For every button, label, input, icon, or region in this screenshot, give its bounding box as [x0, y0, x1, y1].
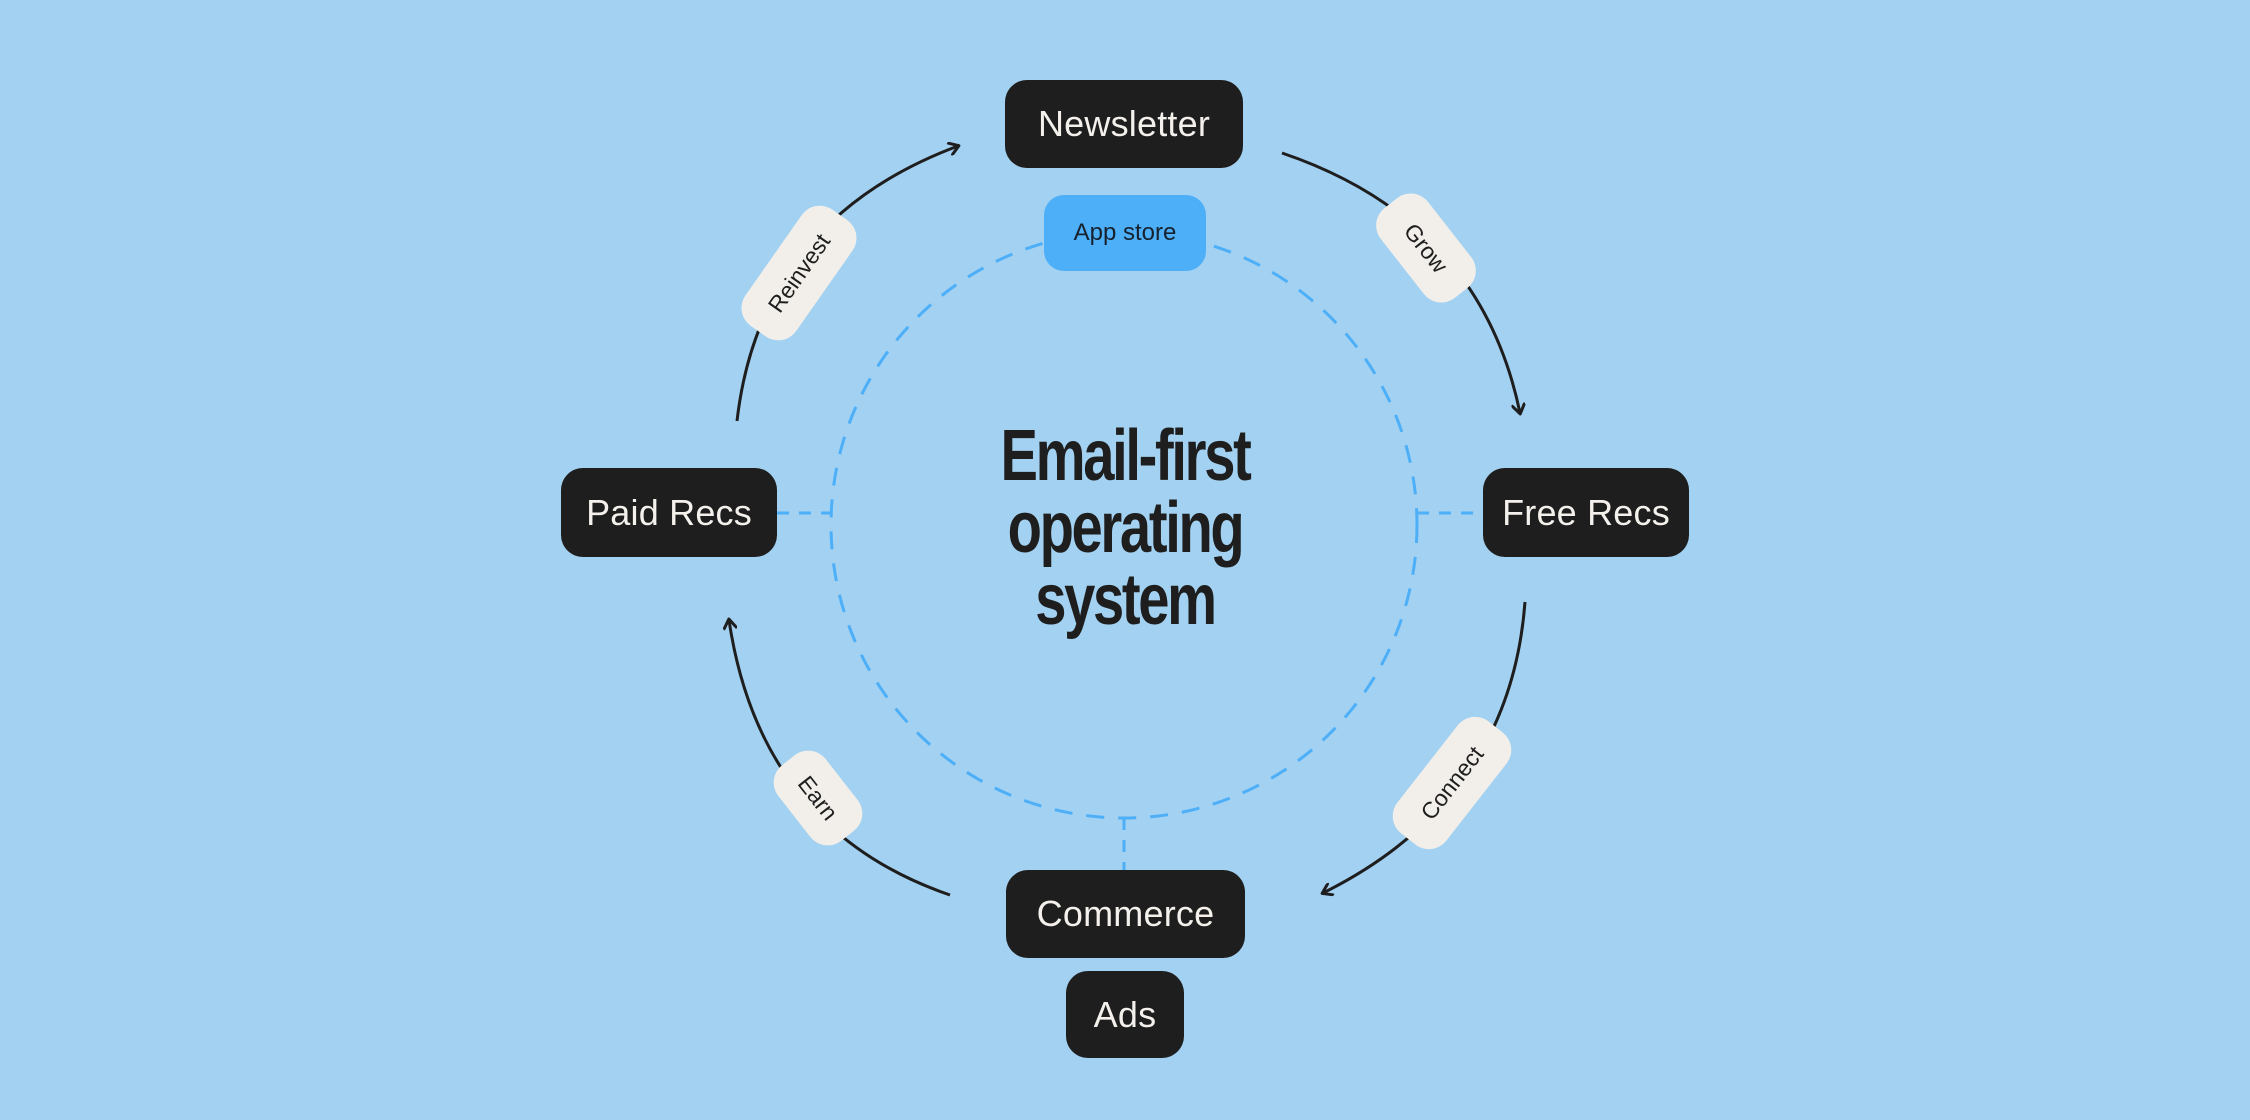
node-ads: Ads	[1066, 971, 1184, 1058]
title-line-2: operating	[1007, 488, 1245, 568]
title-line-3: system	[1035, 560, 1217, 640]
center-title: Email-first operating system	[950, 420, 1301, 636]
node-free-recs: Free Recs	[1483, 468, 1689, 557]
node-newsletter: Newsletter	[1005, 80, 1243, 168]
arrow-earn	[729, 620, 951, 897]
node-paid-recs: Paid Recs	[561, 468, 777, 557]
node-app-store: App store	[1044, 195, 1206, 271]
title-line-1: Email-first	[1000, 416, 1252, 496]
arrow-grow	[1281, 151, 1520, 413]
node-commerce: Commerce	[1006, 870, 1245, 958]
